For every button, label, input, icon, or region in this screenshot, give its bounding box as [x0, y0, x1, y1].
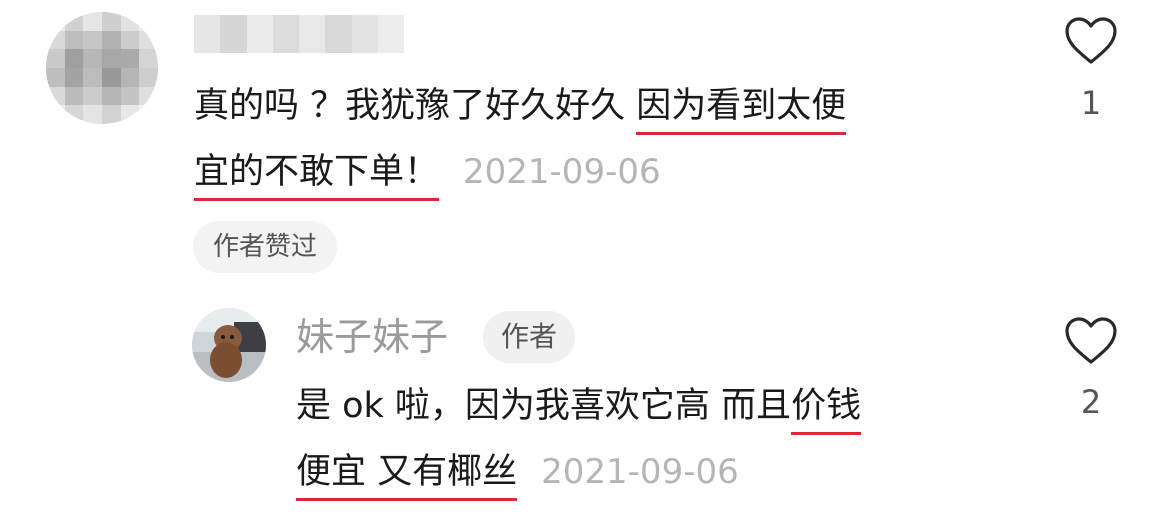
reply-text-underlined: 价钱 — [791, 386, 862, 435]
heart-outline-icon — [1065, 317, 1117, 364]
like-button[interactable] — [1064, 16, 1118, 66]
comment-date: 2021-09-06 — [463, 152, 661, 192]
heart-outline-icon — [1065, 17, 1117, 64]
username-blurred[interactable] — [194, 15, 404, 53]
reply-date: 2021-09-06 — [541, 452, 739, 492]
reply-username[interactable]: 妹子妹子 — [296, 314, 448, 360]
dog-photo — [192, 308, 266, 382]
reply-like-button[interactable] — [1064, 316, 1118, 366]
reply-text-plain: 是 ok 啦，因为我喜欢它高 而且 — [296, 386, 792, 426]
reply-text-underlined-2: 便宜 又有椰丝 — [296, 452, 518, 501]
comment-text-line2: 宜的不敢下单！ 2021-09-06 — [194, 152, 661, 201]
reply-text-line2: 便宜 又有椰丝 2021-09-06 — [296, 452, 739, 501]
author-liked-badge: 作者赞过 — [193, 221, 338, 273]
reply-text-line1: 是 ok 啦，因为我喜欢它高 而且价钱 — [296, 386, 862, 435]
reply-like-count: 2 — [1080, 383, 1102, 421]
pixelated-avatar-image — [46, 12, 158, 124]
avatar[interactable] — [46, 12, 158, 124]
comment-text-plain: 真的吗 ？我犹豫了好久好久 — [194, 86, 637, 126]
comment-text-line1: 真的吗 ？我犹豫了好久好久 因为看到太便 — [194, 86, 847, 135]
author-tag: 作者 — [483, 311, 576, 363]
like-count: 1 — [1080, 84, 1102, 122]
comment-text-underlined-2: 宜的不敢下单！ — [194, 152, 440, 201]
reply-avatar[interactable] — [192, 308, 266, 382]
comment-text-underlined: 因为看到太便 — [636, 86, 847, 135]
